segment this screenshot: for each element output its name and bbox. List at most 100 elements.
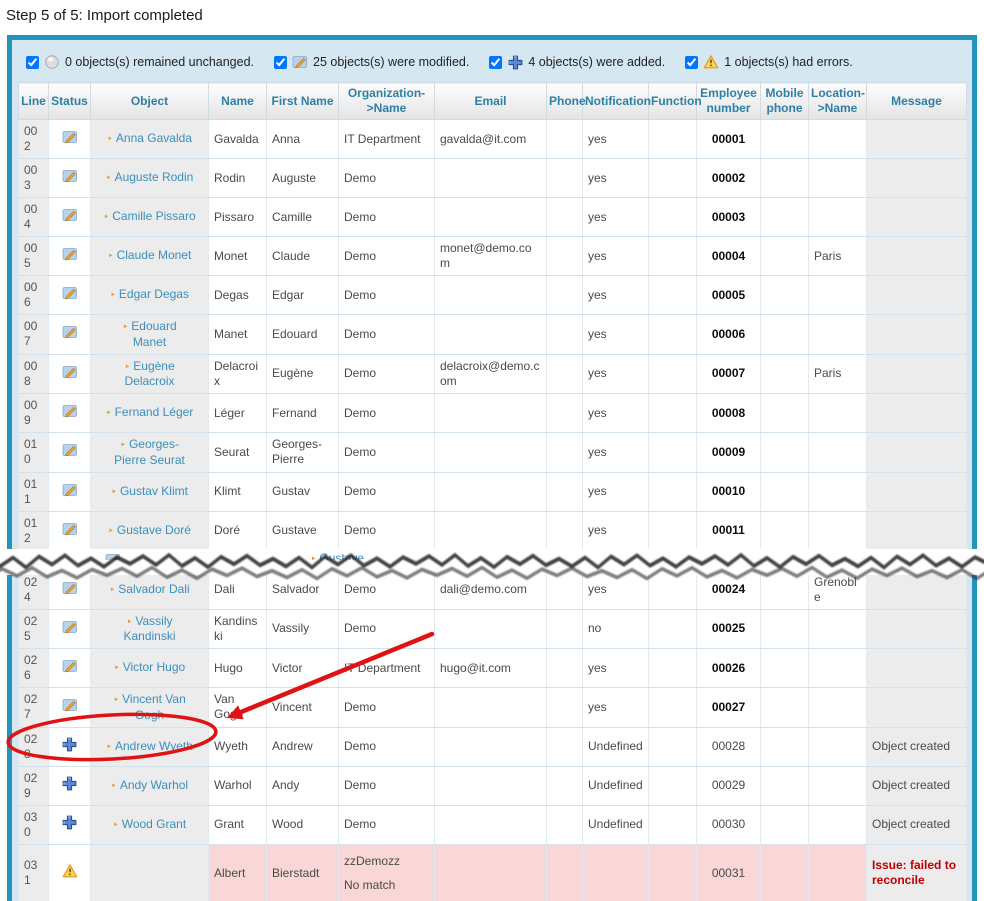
cell-object: ‣Claude Monet <box>91 237 209 276</box>
summary-item-errors: 1 objects(s) had errors. <box>685 54 853 70</box>
bullet-icon: ‣ <box>108 251 114 262</box>
cell-mobile-phone <box>761 727 809 766</box>
object-link[interactable]: Andy Warhol <box>120 778 188 792</box>
cell-status <box>49 237 91 276</box>
object-link[interactable]: Wood Grant <box>122 817 186 831</box>
table-row: 007‣Edouard ManetManetEdouardDemoyes0000… <box>19 315 967 355</box>
cell-employee-number: 00007 <box>697 354 761 394</box>
bullet-icon: ‣ <box>111 487 117 498</box>
object-link[interactable]: Auguste Rodin <box>115 170 194 184</box>
cell-object: ‣Wood Grant <box>91 805 209 844</box>
cell-first-name: Edouard <box>267 315 339 355</box>
cell-organization: IT Department <box>339 120 435 159</box>
cell-employee-number: 00001 <box>697 120 761 159</box>
cell-message: Object created <box>867 727 967 766</box>
pencil-icon <box>62 129 78 145</box>
cell-function <box>649 844 697 901</box>
summary-checkbox-errors[interactable] <box>685 56 698 69</box>
cell-location <box>809 276 867 315</box>
cell-name: Klimt <box>209 472 267 511</box>
cell-employee-number: 00029 <box>697 766 761 805</box>
pencil-icon <box>62 168 78 184</box>
cell-email <box>435 159 547 198</box>
object-link[interactable]: Gustave Doré <box>117 523 191 537</box>
cell-phone <box>547 511 583 550</box>
cell-phone <box>547 688 583 728</box>
cell-notification: yes <box>583 649 649 688</box>
cell-email <box>435 609 547 649</box>
cell-status <box>49 609 91 649</box>
cell-organization: Demo <box>339 688 435 728</box>
table-row: 026‣Victor HugoHugoVictorIT Departmenthu… <box>19 649 967 688</box>
cell-function <box>649 315 697 355</box>
cell-status <box>49 727 91 766</box>
summary-label: 0 objects(s) remained unchanged. <box>65 55 254 69</box>
cell-object <box>91 844 209 901</box>
cell-function <box>649 570 697 609</box>
cell-function <box>649 276 697 315</box>
cell-message: Issue: failed to reconcile <box>867 844 967 901</box>
object-link[interactable]: Gustav Klimt <box>120 484 188 498</box>
cell-status <box>49 198 91 237</box>
summary-checkbox-added[interactable] <box>489 56 502 69</box>
column-header-employee-number: Employee number <box>697 83 761 120</box>
table-row: 025‣Vassily KandinskiKandinskiVassilyDem… <box>19 609 967 649</box>
cell-function <box>649 688 697 728</box>
object-link[interactable]: Vincent Van Gogh <box>122 692 186 722</box>
cell-message <box>867 198 967 237</box>
table-row: 004‣Camille PissaroPissaroCamilleDemoyes… <box>19 198 967 237</box>
cell-notification: Undefined <box>583 766 649 805</box>
table-row: 009‣Fernand LégerLégerFernandDemoyes0000… <box>19 394 967 433</box>
summary-item-added: 4 objects(s) were added. <box>489 54 665 70</box>
object-link[interactable]: Eugène Delacroix <box>124 359 174 389</box>
object-link[interactable]: Fernand Léger <box>115 405 194 419</box>
cell-status <box>49 354 91 394</box>
cell-phone <box>547 354 583 394</box>
cell-employee-number: 00028 <box>697 727 761 766</box>
cell-first-name: Victor <box>267 649 339 688</box>
cell-mobile-phone <box>761 609 809 649</box>
summary-label: 4 objects(s) were added. <box>528 55 665 69</box>
object-link[interactable]: Claude Monet <box>117 248 192 262</box>
cell-email <box>435 766 547 805</box>
cell-first-name: Salvador <box>267 570 339 609</box>
object-link[interactable]: Anna Gavalda <box>116 131 192 145</box>
cell-email <box>435 315 547 355</box>
bullet-icon: ‣ <box>124 362 130 373</box>
column-header-notification: Notification <box>583 83 649 120</box>
import-panel: 0 objects(s) remained unchanged.25 objec… <box>7 35 977 901</box>
cell-status <box>49 844 91 901</box>
object-link[interactable]: Edouard Manet <box>131 319 176 349</box>
cell-phone <box>547 727 583 766</box>
cell-organization: Demo <box>339 511 435 550</box>
table-row: 008‣Eugène DelacroixDelacroixEugèneDemod… <box>19 354 967 394</box>
object-link[interactable]: Camille Pissaro <box>112 209 195 223</box>
cell-email: dali@demo.com <box>435 570 547 609</box>
cell-object: ‣Victor Hugo <box>91 649 209 688</box>
cell-mobile-phone <box>761 688 809 728</box>
cell-notification: yes <box>583 394 649 433</box>
object-link[interactable]: Victor Hugo <box>123 660 185 674</box>
object-link[interactable]: Andrew Wyeth <box>115 739 193 753</box>
cell-notification: Undefined <box>583 727 649 766</box>
page: Step 5 of 5: Import completed 0 objects(… <box>0 0 984 901</box>
cell-first-name: Georges-Pierre <box>267 433 339 473</box>
object-link[interactable]: Salvador Dali <box>118 582 189 596</box>
cell-location: Grenoble <box>809 570 867 609</box>
cell-message: Object created <box>867 805 967 844</box>
table-row: 029‣Andy WarholWarholAndyDemoUndefined00… <box>19 766 967 805</box>
summary-checkbox-modified[interactable] <box>274 56 287 69</box>
cell-location <box>809 805 867 844</box>
summary-checkbox-unchanged[interactable] <box>26 56 39 69</box>
cell-employee-number: 00003 <box>697 198 761 237</box>
cell-line: 005 <box>19 237 49 276</box>
cell-object: ‣Georges-Pierre Seurat <box>91 433 209 473</box>
object-link[interactable]: Edgar Degas <box>119 287 189 301</box>
cell-employee-number: 00027 <box>697 688 761 728</box>
cell-email: gavalda@it.com <box>435 120 547 159</box>
cell-function <box>649 433 697 473</box>
cell-phone <box>547 120 583 159</box>
cell-object: ‣Camille Pissaro <box>91 198 209 237</box>
column-header-mobile-phone: Mobile phone <box>761 83 809 120</box>
cell-status <box>49 805 91 844</box>
